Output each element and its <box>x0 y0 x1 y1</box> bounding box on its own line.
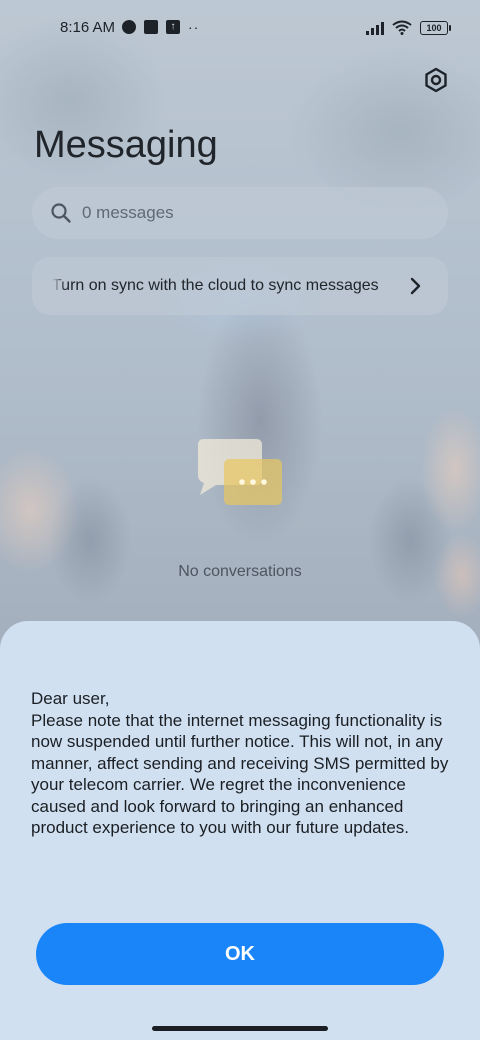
wifi-icon <box>392 20 412 35</box>
sync-banner[interactable]: Turn on sync with the cloud to sync mess… <box>32 257 448 315</box>
more-notifications-icon: ·· <box>188 19 200 35</box>
gear-icon <box>425 67 447 93</box>
home-indicator[interactable] <box>152 1026 328 1031</box>
dialog-message: Dear user, Please note that the internet… <box>31 688 461 839</box>
dialog-greeting: Dear user, <box>31 689 110 708</box>
battery-level: 100 <box>426 22 442 33</box>
search-bar[interactable]: 0 messages <box>32 187 448 239</box>
search-input[interactable]: 0 messages <box>82 203 174 223</box>
chevron-right-icon <box>410 277 421 295</box>
battery-icon: 100 <box>420 20 451 35</box>
status-time: 8:16 AM <box>60 19 116 36</box>
app-notification-icon <box>122 20 136 34</box>
settings-button[interactable] <box>422 66 450 94</box>
status-bar: 8:16 AM ↑ ·· 100 <box>0 14 480 42</box>
empty-state-label: No conversations <box>178 563 302 580</box>
page-title: Messaging <box>34 124 218 166</box>
notification-icons: ↑ ·· <box>122 19 199 35</box>
signal-icon <box>366 21 384 35</box>
upload-notification-icon: ↑ <box>166 20 180 34</box>
screen: 8:16 AM ↑ ·· 100 Messaging 0 messages Tu… <box>0 0 480 1040</box>
notice-dialog: Dear user, Please note that the internet… <box>0 621 480 1040</box>
chat-bubbles-icon <box>198 439 282 505</box>
square-notification-icon <box>144 20 158 34</box>
ok-button[interactable]: OK <box>36 923 444 985</box>
sync-banner-text: Turn on sync with the cloud to sync mess… <box>52 277 379 294</box>
dialog-body: Please note that the internet messaging … <box>31 710 449 838</box>
system-icons: 100 <box>366 20 451 35</box>
search-icon <box>51 203 71 223</box>
